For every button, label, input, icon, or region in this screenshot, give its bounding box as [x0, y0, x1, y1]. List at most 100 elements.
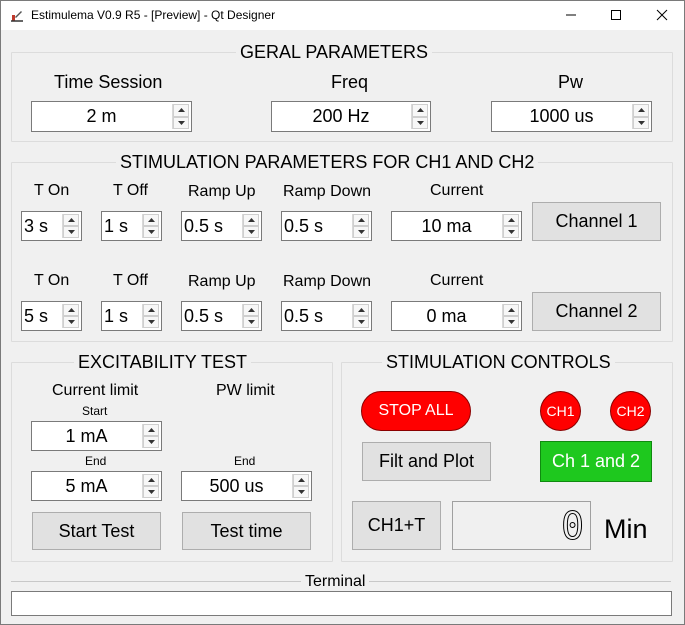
spin-down-arrow-icon[interactable]	[353, 226, 369, 238]
spin-up-arrow-icon[interactable]	[243, 214, 259, 226]
spin-down-arrow-icon[interactable]	[143, 486, 159, 498]
channel-2-button[interactable]: Channel 2	[532, 292, 661, 331]
spin-arrows	[142, 214, 159, 238]
ch1-indicator-button[interactable]: CH1	[540, 391, 581, 431]
spin-value: 3 s	[24, 215, 49, 236]
spin-value: 5 s	[24, 305, 49, 326]
spin-up-arrow-icon[interactable]	[143, 424, 159, 436]
spin-up-arrow-icon[interactable]	[173, 104, 189, 117]
ch1-current-spinbox[interactable]: 10 ma	[391, 211, 522, 241]
ch-1-and-2-button[interactable]: Ch 1 and 2	[540, 441, 652, 482]
terminal-output-field[interactable]	[11, 591, 672, 616]
spin-down-arrow-icon[interactable]	[633, 116, 649, 129]
current-end-spinbox[interactable]: 5 mA	[31, 471, 162, 501]
spin-up-arrow-icon[interactable]	[353, 214, 369, 226]
test-time-button[interactable]: Test time	[182, 512, 311, 550]
ch2-ramp-down-spinbox[interactable]: 0.5 s	[281, 301, 372, 331]
spin-up-arrow-icon[interactable]	[143, 214, 159, 226]
spin-down-arrow-icon[interactable]	[243, 226, 259, 238]
lcd-value: 0	[561, 504, 585, 549]
spin-down-arrow-icon[interactable]	[412, 116, 428, 129]
ch1-t-on-spinbox[interactable]: 3 s	[21, 211, 82, 241]
spin-up-arrow-icon[interactable]	[353, 304, 369, 316]
spin-up-arrow-icon[interactable]	[63, 304, 79, 316]
time-session-label: Time Session	[54, 72, 163, 92]
spin-up-arrow-icon[interactable]	[243, 304, 259, 316]
ch2-current-spinbox[interactable]: 0 ma	[391, 301, 522, 331]
spin-value: 0.5 s	[184, 215, 224, 236]
freq-label: Freq	[331, 72, 369, 92]
ch1-ramp-up-spinbox[interactable]: 0.5 s	[181, 211, 262, 241]
spin-value: 500 us	[209, 475, 264, 496]
spin-down-arrow-icon[interactable]	[143, 316, 159, 328]
current-start-label: Start	[82, 404, 108, 418]
ch2-t-on-spinbox[interactable]: 5 s	[21, 301, 82, 331]
spin-up-arrow-icon[interactable]	[412, 104, 428, 117]
spin-up-arrow-icon[interactable]	[503, 304, 519, 316]
current-start-spinbox[interactable]: 1 mA	[31, 421, 162, 451]
spin-up-arrow-icon[interactable]	[633, 104, 649, 117]
ch2-t-off-spinbox[interactable]: 1 s	[101, 301, 162, 331]
stimulation-controls-title: STIMULATION CONTROLS	[382, 352, 615, 372]
geral-parameters-title: GERAL PARAMETERS	[236, 42, 433, 62]
close-button[interactable]	[639, 0, 685, 30]
spin-arrows	[502, 304, 519, 328]
spin-down-arrow-icon[interactable]	[503, 316, 519, 328]
ch2-t-on-label: T On	[34, 272, 70, 289]
spin-value: 5 mA	[65, 475, 108, 496]
spin-value: 2 m	[86, 106, 117, 126]
spin-down-arrow-icon[interactable]	[173, 116, 189, 129]
spin-arrows	[242, 214, 259, 238]
spin-down-arrow-icon[interactable]	[243, 316, 259, 328]
ch1-ramp-down-spinbox[interactable]: 0.5 s	[281, 211, 372, 241]
spin-up-arrow-icon[interactable]	[293, 474, 309, 486]
pw-end-spinbox[interactable]: 500 us	[181, 471, 312, 501]
pw-spinbox[interactable]: 1000 us	[491, 101, 652, 132]
minutes-lcd-display: 0	[452, 501, 591, 550]
time-session-spinbox[interactable]: 2 m	[31, 101, 192, 132]
window-title: Estimulema V0.9 R5 - [Preview] - Qt Desi…	[31, 8, 276, 22]
ch2-current-label: Current	[430, 272, 484, 289]
spin-down-arrow-icon[interactable]	[63, 316, 79, 328]
spin-arrows	[172, 104, 189, 129]
ch1-t-on-label: T On	[34, 182, 70, 199]
spin-value: 0.5 s	[284, 215, 324, 236]
spin-down-arrow-icon[interactable]	[143, 436, 159, 448]
ch1-t-button[interactable]: CH1+T	[352, 501, 441, 550]
spin-down-arrow-icon[interactable]	[503, 226, 519, 238]
ch2-ramp-up-spinbox[interactable]: 0.5 s	[181, 301, 262, 331]
ch1-t-off-spinbox[interactable]: 1 s	[101, 211, 162, 241]
freq-spinbox[interactable]: 200 Hz	[271, 101, 431, 132]
spin-down-arrow-icon[interactable]	[143, 226, 159, 238]
ch1-ramp-down-label: Ramp Down	[283, 183, 372, 200]
spin-down-arrow-icon[interactable]	[353, 316, 369, 328]
current-limit-label: Current limit	[52, 382, 139, 399]
spin-value: 200 Hz	[312, 106, 370, 126]
spin-up-arrow-icon[interactable]	[503, 214, 519, 226]
spin-up-arrow-icon[interactable]	[143, 474, 159, 486]
spin-down-arrow-icon[interactable]	[63, 226, 79, 238]
pw-limit-label: PW limit	[216, 382, 275, 399]
spin-up-arrow-icon[interactable]	[63, 214, 79, 226]
spin-up-arrow-icon[interactable]	[143, 304, 159, 316]
ch2-indicator-button[interactable]: CH2	[610, 391, 651, 431]
ch2-t-off-label: T Off	[113, 272, 148, 289]
channel-1-button[interactable]: Channel 1	[532, 202, 661, 241]
start-test-button[interactable]: Start Test	[32, 512, 161, 550]
maximize-button[interactable]	[593, 0, 639, 30]
spin-arrows	[142, 474, 159, 498]
spin-down-arrow-icon[interactable]	[293, 486, 309, 498]
filt-and-plot-button[interactable]: Filt and Plot	[362, 442, 491, 481]
title-bar[interactable]: Estimulema V0.9 R5 - [Preview] - Qt Desi…	[0, 0, 685, 30]
spin-arrows	[502, 214, 519, 238]
ch1-t-off-label: T Off	[113, 182, 148, 199]
spin-value: 1 s	[104, 305, 129, 326]
minimize-button[interactable]	[548, 0, 594, 30]
excitability-test-title: EXCITABILITY TEST	[74, 352, 252, 372]
spin-arrows	[352, 214, 369, 238]
stop-all-button[interactable]: STOP ALL	[361, 391, 471, 431]
pw-end-label: End	[234, 454, 256, 468]
ch1-ramp-up-label: Ramp Up	[188, 183, 256, 200]
spin-value: 0.5 s	[284, 305, 324, 326]
ch2-ramp-up-label: Ramp Up	[188, 273, 256, 290]
